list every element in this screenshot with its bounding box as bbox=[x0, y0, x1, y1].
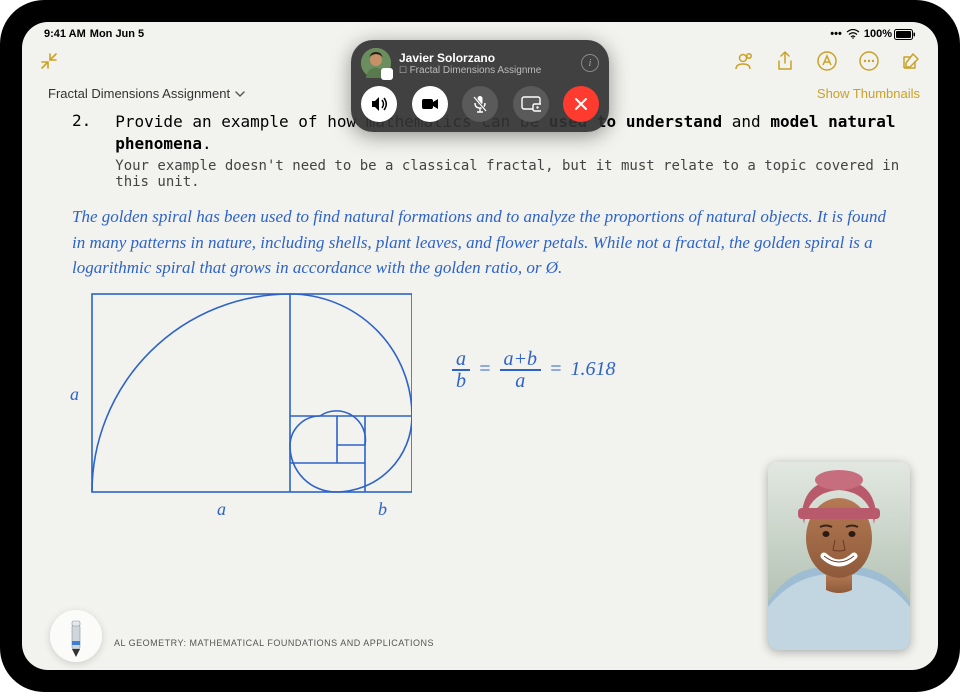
diagram-label-b-bottom: b bbox=[378, 499, 387, 520]
facetime-self-view[interactable] bbox=[768, 462, 910, 650]
caller-subtitle: Fractal Dimensions Assignme bbox=[399, 65, 573, 76]
status-time: 9:41 AM bbox=[44, 28, 86, 40]
question-sub: Your example doesn't need to be a classi… bbox=[115, 158, 902, 190]
video-icon bbox=[421, 97, 439, 111]
battery-pct: 100% bbox=[864, 28, 892, 40]
collaborate-icon[interactable] bbox=[732, 50, 754, 72]
screen-share-button[interactable] bbox=[513, 86, 549, 122]
diagram-label-a-left: a bbox=[70, 384, 79, 405]
diagram-label-a-bottom: a bbox=[217, 499, 226, 520]
note-title-dropdown[interactable]: Fractal Dimensions Assignment bbox=[48, 86, 246, 101]
speaker-button[interactable] bbox=[361, 86, 397, 122]
show-thumbnails-button[interactable]: Show Thumbnails bbox=[817, 86, 920, 101]
caller-avatar bbox=[361, 48, 391, 78]
question-number: 2. bbox=[72, 111, 91, 190]
collapse-icon[interactable] bbox=[38, 50, 60, 72]
note-title: Fractal Dimensions Assignment bbox=[48, 86, 230, 101]
markup-icon[interactable] bbox=[816, 50, 838, 72]
mute-button[interactable] bbox=[462, 86, 498, 122]
note-content: 2. Provide an example of how mathematics… bbox=[22, 107, 938, 509]
end-call-button[interactable] bbox=[563, 86, 599, 122]
golden-ratio-equation: ab = a+ba = 1.618 bbox=[452, 349, 616, 391]
close-icon bbox=[574, 97, 588, 111]
mic-off-icon bbox=[472, 95, 488, 113]
pencil-tool-button[interactable] bbox=[50, 610, 102, 662]
status-bar: 9:41 AM Mon Jun 5 ••• 100% bbox=[22, 22, 938, 42]
dots-icon: ••• bbox=[830, 28, 842, 40]
golden-spiral-diagram bbox=[72, 289, 412, 504]
wifi-icon bbox=[846, 29, 860, 39]
handwritten-answer: The golden spiral has been used to find … bbox=[72, 204, 902, 281]
call-info-button[interactable]: i bbox=[581, 54, 599, 72]
facetime-call-panel[interactable]: Javier Solorzano Fractal Dimensions Assi… bbox=[351, 40, 609, 132]
speaker-icon bbox=[370, 95, 388, 113]
page-footer-text: AL GEOMETRY: MATHEMATICAL FOUNDATIONS AN… bbox=[114, 638, 434, 648]
chevron-down-icon bbox=[234, 88, 246, 100]
more-icon[interactable] bbox=[858, 50, 880, 72]
screen-share-icon bbox=[521, 96, 541, 112]
status-date: Mon Jun 5 bbox=[90, 28, 144, 40]
pencil-icon bbox=[61, 615, 91, 657]
battery-icon bbox=[894, 29, 916, 40]
caller-name: Javier Solorzano bbox=[399, 51, 573, 65]
share-icon[interactable] bbox=[774, 50, 796, 72]
compose-icon[interactable] bbox=[900, 50, 922, 72]
camera-button[interactable] bbox=[412, 86, 448, 122]
